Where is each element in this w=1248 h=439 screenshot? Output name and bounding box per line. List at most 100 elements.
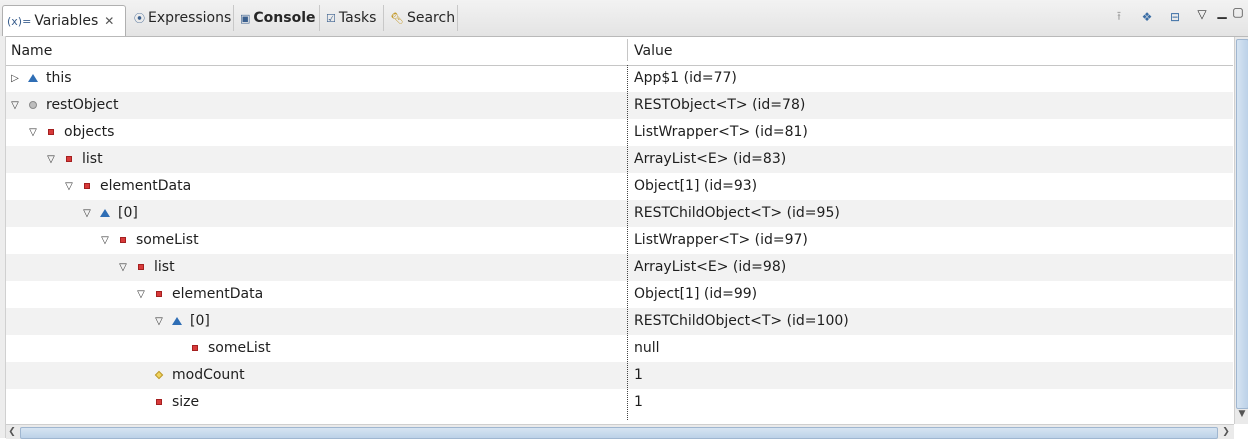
private-field-icon — [63, 153, 75, 165]
table-row[interactable]: someList null — [6, 335, 1233, 362]
variable-value: ArrayList<E> (id=98) — [634, 259, 787, 275]
name-cell: ▽ someList — [99, 232, 199, 248]
column-separator — [627, 65, 628, 420]
tab-label: Console — [253, 10, 316, 26]
public-field-icon — [171, 315, 183, 327]
name-cell: someList — [171, 340, 271, 356]
collapse-arrow-icon[interactable]: ▽ — [27, 127, 39, 138]
maximize-icon[interactable]: ▢ — [1230, 4, 1246, 20]
private-field-icon — [189, 342, 201, 354]
tab-expressions[interactable]: ⦿ Expressions — [130, 5, 234, 31]
console-icon: ▣ — [240, 11, 251, 25]
private-field-icon — [81, 180, 93, 192]
variable-value: null — [634, 340, 660, 356]
tasks-icon: ☑ — [326, 11, 336, 25]
name-cell: ▷ this — [9, 70, 71, 86]
variable-name: restObject — [46, 97, 119, 113]
search-icon: 🔦︎ — [390, 11, 404, 25]
variable-name: elementData — [172, 286, 264, 302]
column-header-name[interactable]: Name — [11, 43, 52, 59]
tab-search[interactable]: 🔦︎ Search — [386, 5, 458, 31]
private-field-icon — [135, 261, 147, 273]
variable-name: elementData — [100, 178, 192, 194]
scroll-left-icon[interactable]: ❮ — [6, 425, 18, 439]
variable-name: [0] — [118, 205, 138, 221]
scroll-right-icon[interactable]: ❯ — [1220, 425, 1232, 439]
variable-value: 1 — [634, 394, 643, 410]
horizontal-scroll-thumb[interactable] — [20, 427, 1218, 439]
tab-label: Search — [406, 10, 456, 26]
private-field-icon — [45, 126, 57, 138]
table-row[interactable]: ▽ [0] RESTChildObject<T> (id=100) — [6, 308, 1233, 335]
collapse-all-icon[interactable]: ⊟ — [1167, 9, 1183, 25]
variables-tree: ▷ this App$1 (id=77) ▽ restObject RESTObject<… — [6, 65, 1233, 420]
column-divider[interactable] — [627, 39, 628, 61]
column-header-value[interactable]: Value — [634, 43, 672, 59]
name-cell: ▽ elementData — [63, 178, 191, 194]
variable-value: App$1 (id=77) — [634, 70, 737, 86]
name-cell: ▽ list — [117, 259, 175, 275]
table-row[interactable]: ▽ elementData Object[1] (id=93) — [6, 173, 1233, 200]
variable-name: list — [154, 259, 175, 275]
collapse-arrow-icon[interactable]: ▽ — [81, 208, 93, 219]
table-row[interactable]: ▷ this App$1 (id=77) — [6, 65, 1233, 92]
variable-name: list — [82, 151, 103, 167]
variable-name: objects — [64, 124, 115, 140]
show-logical-structure-icon[interactable]: ❖ — [1139, 9, 1155, 25]
table-row[interactable]: ▽ list ArrayList<E> (id=83) — [6, 146, 1233, 173]
protected-field-icon — [153, 369, 165, 381]
table-row[interactable]: ▽ [0] RESTChildObject<T> (id=95) — [6, 200, 1233, 227]
default-field-icon — [27, 99, 39, 111]
collapse-arrow-icon[interactable]: ▽ — [153, 316, 165, 327]
collapse-arrow-icon[interactable]: ▽ — [117, 262, 129, 273]
table-row[interactable]: size 1 — [6, 389, 1233, 416]
tab-label: Expressions — [148, 10, 232, 26]
scroll-down-icon[interactable]: ▼ — [1236, 409, 1248, 421]
show-type-names-icon[interactable]: ⭱ — [1111, 9, 1127, 25]
public-field-icon — [99, 207, 111, 219]
view-tab-bar: (x)= Variables ✕ ⦿ Expressions ▣ Console… — [0, 0, 1248, 37]
variable-value: ArrayList<E> (id=83) — [634, 151, 787, 167]
minimize-icon[interactable]: ▁ — [1214, 4, 1230, 20]
private-field-icon — [153, 288, 165, 300]
name-cell: ▽ [0] — [153, 313, 210, 329]
collapse-arrow-icon[interactable]: ▽ — [99, 235, 111, 246]
variable-name: modCount — [172, 367, 245, 383]
collapse-arrow-icon[interactable]: ▽ — [135, 289, 147, 300]
collapse-arrow-icon[interactable]: ▽ — [9, 100, 21, 111]
variable-name: someList — [208, 340, 271, 356]
variable-value: Object[1] (id=93) — [634, 178, 758, 194]
close-icon[interactable]: ✕ — [104, 14, 114, 28]
horizontal-scrollbar[interactable]: ❮ ❯ — [6, 424, 1234, 439]
collapse-arrow-icon[interactable]: ▽ — [45, 154, 57, 165]
table-row[interactable]: ▽ restObject RESTObject<T> (id=78) — [6, 92, 1233, 119]
vertical-scroll-thumb[interactable] — [1236, 39, 1248, 409]
view-menu-icon[interactable]: ▽ — [1194, 6, 1210, 22]
variable-value: Object[1] (id=99) — [634, 286, 758, 302]
name-cell: modCount — [135, 367, 245, 383]
expressions-icon: ⦿ — [134, 12, 145, 25]
variable-name: someList — [136, 232, 199, 248]
tab-variables[interactable]: (x)= Variables ✕ — [2, 5, 126, 36]
name-cell: ▽ objects — [27, 124, 114, 140]
variable-value: ListWrapper<T> (id=97) — [634, 232, 808, 248]
name-cell: ▽ [0] — [81, 205, 138, 221]
variable-value: ListWrapper<T> (id=81) — [634, 124, 808, 140]
collapse-arrow-icon[interactable]: ▽ — [63, 181, 75, 192]
tab-console[interactable]: ▣ Console — [236, 5, 320, 31]
variables-icon: (x)= — [7, 14, 32, 28]
table-row[interactable]: ▽ someList ListWrapper<T> (id=97) — [6, 227, 1233, 254]
table-row[interactable]: ▽ list ArrayList<E> (id=98) — [6, 254, 1233, 281]
tab-label: Variables — [34, 13, 99, 29]
variable-name: size — [172, 394, 200, 410]
table-row[interactable]: ▽ elementData Object[1] (id=99) — [6, 281, 1233, 308]
expand-arrow-icon[interactable]: ▷ — [9, 73, 21, 84]
tab-tasks[interactable]: ☑ Tasks — [322, 5, 384, 31]
table-row[interactable]: modCount 1 — [6, 362, 1233, 389]
variable-name: [0] — [190, 313, 210, 329]
variable-value: 1 — [634, 367, 643, 383]
table-row[interactable]: ▽ objects ListWrapper<T> (id=81) — [6, 119, 1233, 146]
variable-value: RESTChildObject<T> (id=95) — [634, 205, 840, 221]
vertical-scrollbar[interactable]: ▼ — [1234, 37, 1248, 424]
variable-value: RESTObject<T> (id=78) — [634, 97, 806, 113]
